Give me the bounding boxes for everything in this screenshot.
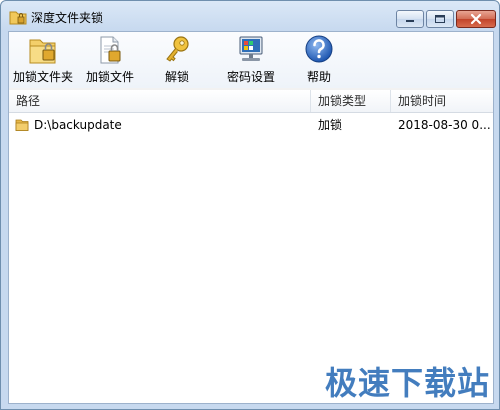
row-lock-type: 加锁 (318, 118, 343, 132)
unlock-button[interactable]: 解锁 (157, 34, 197, 86)
lock-file-icon (100, 36, 121, 64)
lock-folder-icon (29, 39, 56, 64)
close-button[interactable] (456, 10, 496, 28)
lock-folder-label: 加锁文件夹 (12, 70, 73, 84)
maximize-icon (435, 15, 445, 23)
row-lock-time: 2018-08-30 0... (398, 118, 491, 132)
lock-file-label: 加锁文件 (85, 70, 134, 84)
client-area: 加锁文件夹 加锁文件 解锁 密码设置 帮助 路径 加锁类型 加锁时间 D:\ba… (8, 31, 494, 404)
column-lock-time[interactable]: 加锁时间 (391, 90, 493, 112)
minimize-icon (406, 20, 414, 22)
maximize-button[interactable] (426, 10, 454, 28)
help-button[interactable]: 帮助 (301, 34, 337, 86)
table-row[interactable]: D:\backupdate 加锁 2018-08-30 0... (9, 115, 493, 135)
password-settings-button[interactable]: 密码设置 (221, 34, 281, 86)
key-icon (166, 36, 189, 62)
column-path[interactable]: 路径 (9, 90, 311, 112)
toolbar: 加锁文件夹 加锁文件 解锁 密码设置 帮助 (9, 32, 493, 88)
folder-lock-icon (9, 11, 27, 25)
lock-folder-button[interactable]: 加锁文件夹 (11, 34, 75, 86)
column-lock-type[interactable]: 加锁类型 (311, 90, 391, 112)
password-settings-icon (239, 36, 263, 61)
lock-file-button[interactable]: 加锁文件 (83, 34, 137, 86)
row-path: D:\backupdate (34, 118, 122, 132)
password-settings-label: 密码设置 (226, 70, 275, 84)
folder-icon (15, 119, 29, 131)
unlock-label: 解锁 (164, 70, 189, 84)
watermark-text: 极速下载站 (325, 364, 491, 402)
help-label: 帮助 (306, 70, 331, 84)
window-title: 深度文件夹锁 (31, 11, 104, 25)
app-window: 深度文件夹锁 加锁文件夹 加锁文件 解锁 密码设置 帮助 路径 加锁类型 加锁时… (0, 0, 500, 410)
help-icon (305, 35, 333, 63)
minimize-button[interactable] (396, 10, 424, 28)
close-icon (470, 13, 482, 25)
list-header: 路径 加锁类型 加锁时间 (9, 90, 493, 113)
title-bar[interactable]: 深度文件夹锁 (1, 1, 499, 31)
